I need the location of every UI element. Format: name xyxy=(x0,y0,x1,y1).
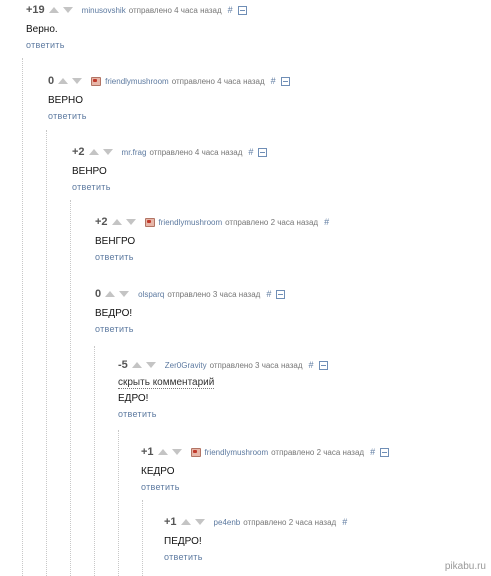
comment-permalink[interactable]: # xyxy=(266,289,271,299)
arrow-down-icon[interactable] xyxy=(145,362,156,368)
comment: -5 Zer0Gravity отправлено 3 часа назад #… xyxy=(118,358,328,419)
arrow-down-icon[interactable] xyxy=(72,78,83,84)
comment-permalink[interactable]: # xyxy=(228,5,233,15)
comment-author[interactable]: friendlymushroom xyxy=(205,448,269,457)
comment-text: ЕДРО! xyxy=(118,393,149,404)
collapse-icon[interactable] xyxy=(280,76,290,86)
comment-author[interactable]: Zer0Gravity xyxy=(165,361,207,370)
arrow-down-icon[interactable] xyxy=(119,291,130,297)
comment-score: 0 xyxy=(48,75,55,87)
comment-score: +1 xyxy=(164,516,177,528)
reply-link[interactable]: ответить xyxy=(26,40,247,50)
comment-permalink[interactable]: # xyxy=(370,447,375,457)
thread-line xyxy=(94,346,95,576)
comment-author[interactable]: olsparq xyxy=(138,290,164,299)
comment-time: отправлено 4 часа назад xyxy=(128,5,222,15)
reply-link[interactable]: ответить xyxy=(95,252,334,262)
site-watermark: pikabu.ru xyxy=(444,561,486,572)
comment-text: ПЕДРО! xyxy=(164,536,202,547)
reply-link[interactable]: ответить xyxy=(48,111,290,121)
comment-permalink[interactable]: # xyxy=(271,76,276,86)
comment: 0 olsparq отправлено 3 часа назад # ВЕДР… xyxy=(95,287,286,334)
collapse-icon[interactable] xyxy=(276,289,286,299)
comment-score: 0 xyxy=(95,288,102,300)
collapse-icon[interactable] xyxy=(318,360,328,370)
reply-link[interactable]: ответить xyxy=(141,482,389,492)
thread-line xyxy=(22,58,23,576)
arrow-up-icon[interactable] xyxy=(111,219,122,225)
comment-permalink[interactable]: # xyxy=(309,360,314,370)
thread-line xyxy=(118,430,119,576)
reply-link[interactable]: ответить xyxy=(95,324,285,334)
user-avatar-icon xyxy=(190,447,201,457)
arrow-down-icon[interactable] xyxy=(102,149,113,155)
comment-author[interactable]: mr.frag xyxy=(122,148,147,157)
user-avatar-icon xyxy=(91,76,102,86)
reply-link[interactable]: ответить xyxy=(72,182,267,192)
comment-text: ВЕНГРО xyxy=(95,236,136,247)
thread-line xyxy=(70,200,71,576)
comment-score: -5 xyxy=(118,359,128,371)
comment: +1 pe4enb отправлено 2 часа назад # ПЕДР… xyxy=(164,515,352,562)
arrow-down-icon[interactable] xyxy=(62,7,73,13)
comment-text: КЕДРО xyxy=(141,466,175,477)
arrow-down-icon[interactable] xyxy=(125,219,136,225)
comment-author[interactable]: minusovshik xyxy=(82,6,126,15)
arrow-down-icon[interactable] xyxy=(194,519,205,525)
reply-link[interactable]: ответить xyxy=(118,409,328,419)
arrow-up-icon[interactable] xyxy=(180,519,191,525)
user-avatar-icon xyxy=(144,217,155,227)
comment-time: отправлено 4 часа назад xyxy=(171,76,265,86)
comment-permalink[interactable]: # xyxy=(342,517,347,527)
comment-author[interactable]: friendlymushroom xyxy=(159,218,223,227)
comment: +2 friendlymushroom отправлено 2 часа на… xyxy=(95,215,334,262)
comment: +19 minusovshik отправлено 4 часа назад … xyxy=(26,3,247,50)
comment-time: отправлено 3 часа назад xyxy=(167,289,261,299)
comment-text: ВЕДРО! xyxy=(95,308,133,319)
collapse-icon[interactable] xyxy=(258,147,268,157)
comment: 0 friendlymushroom отправлено 4 часа наз… xyxy=(48,74,290,121)
collapse-icon[interactable] xyxy=(380,447,390,457)
comment-text: Верно. xyxy=(26,24,58,35)
comment-text: ВЕНРО xyxy=(72,166,107,177)
thread-line xyxy=(46,130,47,576)
comment: +2 mr.frag отправлено 4 часа назад # ВЕН… xyxy=(72,145,268,192)
comment: +1 friendlymushroom отправлено 2 часа на… xyxy=(141,445,390,492)
comment-score: +2 xyxy=(72,146,85,158)
comment-time: отправлено 2 часа назад xyxy=(243,517,337,527)
comment-author[interactable]: pe4enb xyxy=(214,518,241,527)
comment-permalink[interactable]: # xyxy=(324,217,329,227)
comment-score: +19 xyxy=(26,4,45,16)
comment-text: ВЕРНО xyxy=(48,95,84,106)
collapse-icon[interactable] xyxy=(237,5,247,15)
comment-permalink[interactable]: # xyxy=(248,147,253,157)
arrow-down-icon[interactable] xyxy=(171,449,182,455)
comment-time: отправлено 3 часа назад xyxy=(209,360,303,370)
arrow-up-icon[interactable] xyxy=(131,362,142,368)
hide-comment-link[interactable]: скрыть комментарий xyxy=(118,377,215,389)
comment-time: отправлено 4 часа назад xyxy=(149,147,243,157)
comment-time: отправлено 2 часа назад xyxy=(271,447,365,457)
arrow-up-icon[interactable] xyxy=(105,291,116,297)
thread-line xyxy=(142,500,143,576)
arrow-up-icon[interactable] xyxy=(58,78,69,84)
reply-link[interactable]: ответить xyxy=(164,552,352,562)
comment-author[interactable]: friendlymushroom xyxy=(105,77,169,86)
comment-time: отправлено 2 часа назад xyxy=(225,217,319,227)
arrow-up-icon[interactable] xyxy=(157,449,168,455)
comment-score: +1 xyxy=(141,446,154,458)
arrow-up-icon[interactable] xyxy=(48,7,59,13)
comment-score: +2 xyxy=(95,216,108,228)
arrow-up-icon[interactable] xyxy=(88,149,99,155)
